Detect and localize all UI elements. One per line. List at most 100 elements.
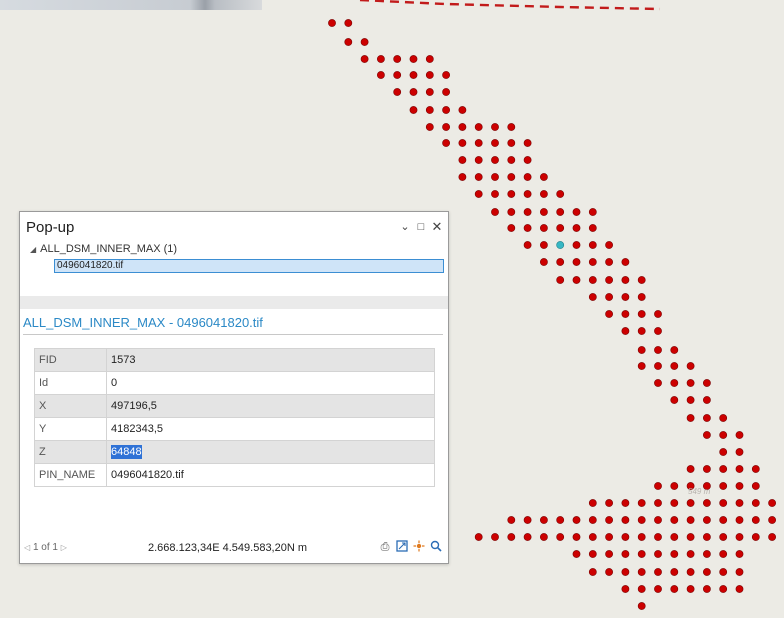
- map-point[interactable]: [458, 173, 467, 181]
- map-point[interactable]: [458, 156, 467, 164]
- map-point[interactable]: [719, 585, 728, 593]
- map-point[interactable]: [654, 310, 662, 318]
- field-value[interactable]: 64848: [106, 440, 435, 464]
- map-point[interactable]: [540, 224, 548, 232]
- map-point[interactable]: [572, 550, 581, 558]
- map-point[interactable]: [719, 465, 728, 473]
- map-point[interactable]: [670, 346, 679, 354]
- map-point[interactable]: [474, 156, 483, 164]
- map-point[interactable]: [621, 310, 630, 318]
- map-point[interactable]: [588, 258, 597, 266]
- map-point[interactable]: [588, 208, 597, 216]
- field-value[interactable]: 0496041820.tif: [106, 463, 435, 487]
- map-point[interactable]: [393, 55, 402, 63]
- map-point[interactable]: [507, 208, 516, 216]
- map-point[interactable]: [572, 241, 581, 249]
- map-point[interactable]: [735, 550, 744, 558]
- menu-chevron-icon[interactable]: ⌄: [398, 220, 412, 234]
- map-point[interactable]: [393, 88, 402, 96]
- map-point[interactable]: [442, 71, 450, 79]
- next-arrow-icon[interactable]: ▷: [61, 543, 67, 552]
- map-point[interactable]: [719, 516, 728, 524]
- map-point[interactable]: [507, 123, 516, 131]
- map-point[interactable]: [474, 123, 483, 131]
- map-point[interactable]: [409, 55, 418, 63]
- map-point[interactable]: [605, 241, 613, 249]
- map-point[interactable]: [588, 224, 597, 232]
- zoom-to-icon[interactable]: [396, 540, 408, 554]
- map-point[interactable]: [735, 448, 744, 456]
- map-point[interactable]: [703, 568, 711, 576]
- map-point[interactable]: [474, 173, 483, 181]
- map-point[interactable]: [507, 139, 516, 147]
- map-point[interactable]: [588, 293, 597, 301]
- map-point[interactable]: [605, 550, 613, 558]
- map-point[interactable]: [523, 208, 532, 216]
- map-point[interactable]: [686, 550, 695, 558]
- field-value[interactable]: 1573: [106, 348, 435, 372]
- map-point[interactable]: [670, 379, 679, 387]
- map-point[interactable]: [637, 362, 646, 370]
- map-point[interactable]: [621, 276, 630, 284]
- map-point[interactable]: [686, 516, 695, 524]
- map-point[interactable]: [670, 533, 679, 541]
- map-point[interactable]: [686, 499, 695, 507]
- selected-text[interactable]: 64848: [111, 445, 142, 459]
- map-point[interactable]: [523, 224, 532, 232]
- map-point[interactable]: [637, 327, 646, 335]
- map-point[interactable]: [491, 190, 499, 198]
- map-point[interactable]: [588, 568, 597, 576]
- map-point[interactable]: [409, 106, 418, 114]
- map-point[interactable]: [670, 396, 679, 404]
- map-point[interactable]: [719, 533, 728, 541]
- map-point[interactable]: [703, 379, 711, 387]
- map-point[interactable]: [572, 533, 581, 541]
- map-point[interactable]: [735, 482, 744, 490]
- map-point[interactable]: [703, 414, 711, 422]
- map-point[interactable]: [621, 327, 630, 335]
- map-point[interactable]: [686, 362, 695, 370]
- map-point[interactable]: [719, 482, 728, 490]
- map-point[interactable]: [686, 379, 695, 387]
- map-point[interactable]: [719, 431, 728, 439]
- map-point[interactable]: [556, 224, 565, 232]
- map-point[interactable]: [621, 550, 630, 558]
- map-point[interactable]: [703, 550, 711, 558]
- map-point[interactable]: [686, 568, 695, 576]
- field-value[interactable]: 4182343,5: [106, 417, 435, 441]
- map-point[interactable]: [572, 208, 581, 216]
- map-point[interactable]: [703, 465, 711, 473]
- map-point[interactable]: [507, 156, 516, 164]
- map-point[interactable]: [605, 568, 613, 576]
- map-point[interactable]: [703, 585, 711, 593]
- map-point[interactable]: [442, 139, 450, 147]
- map-point[interactable]: [654, 568, 662, 576]
- map-point[interactable]: [588, 499, 597, 507]
- map-point[interactable]: [703, 396, 711, 404]
- map-point[interactable]: [637, 585, 646, 593]
- map-point[interactable]: [409, 71, 418, 79]
- map-point[interactable]: [540, 173, 548, 181]
- map-point[interactable]: [540, 258, 548, 266]
- map-point[interactable]: [686, 465, 695, 473]
- map-point[interactable]: [425, 71, 434, 79]
- map-point[interactable]: [719, 448, 728, 456]
- map-point[interactable]: [637, 533, 646, 541]
- map-point[interactable]: [572, 258, 581, 266]
- map-point[interactable]: [670, 516, 679, 524]
- map-point[interactable]: [670, 482, 679, 490]
- map-point[interactable]: [540, 533, 548, 541]
- tree-layer-node[interactable]: ◢ ALL_DSM_INNER_MAX (1): [30, 243, 177, 255]
- map-point[interactable]: [670, 362, 679, 370]
- map-point[interactable]: [442, 88, 450, 96]
- map-point[interactable]: [507, 173, 516, 181]
- field-value[interactable]: 0: [106, 371, 435, 395]
- map-point[interactable]: [507, 190, 516, 198]
- map-point[interactable]: [703, 533, 711, 541]
- map-point[interactable]: [637, 346, 646, 354]
- map-point[interactable]: [425, 88, 434, 96]
- map-point[interactable]: [507, 516, 516, 524]
- map-point[interactable]: [654, 585, 662, 593]
- map-point[interactable]: [735, 585, 744, 593]
- map-point[interactable]: [425, 55, 434, 63]
